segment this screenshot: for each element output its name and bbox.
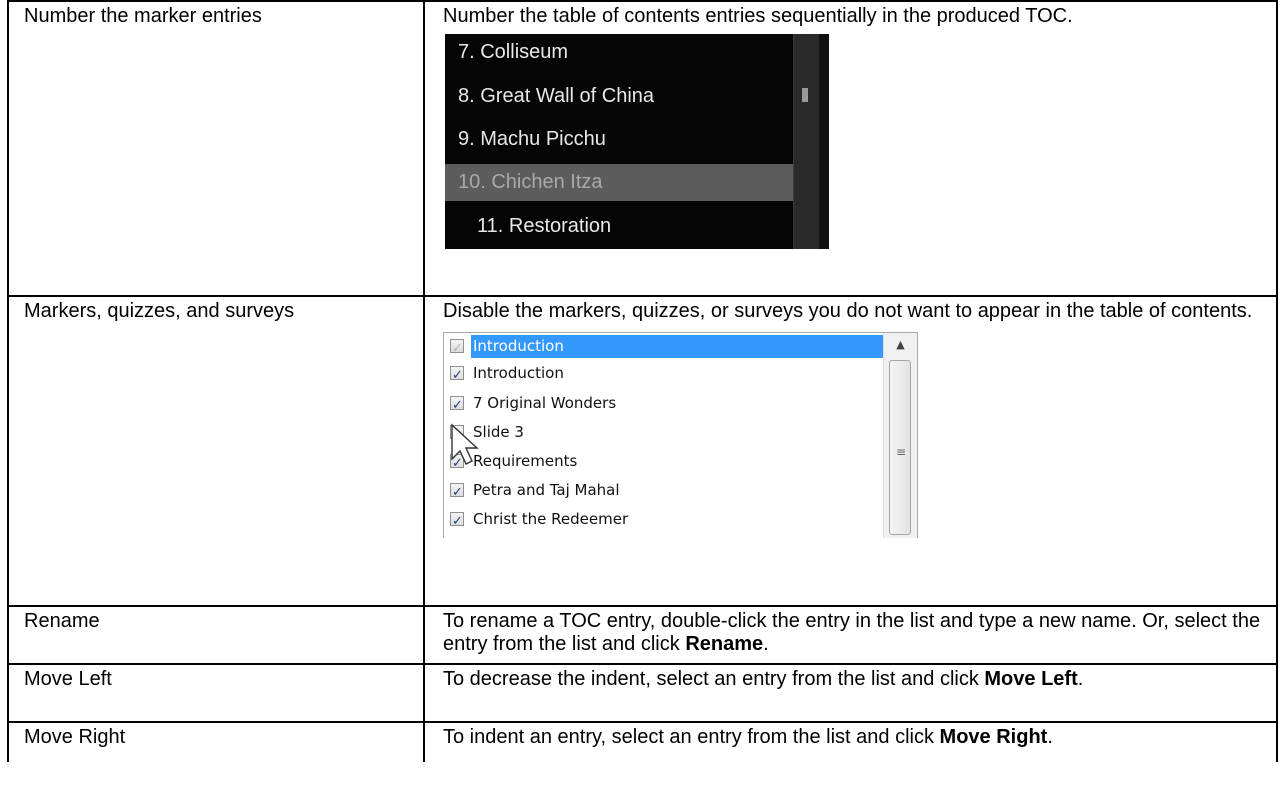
toc-panel-edge [819, 34, 829, 249]
desc-text-part: To rename a TOC entry, double-click the … [443, 610, 1261, 655]
toc-entry-selected: 10. Chichen Itza [445, 164, 793, 201]
term-text: Number the marker entries [24, 5, 262, 27]
table-row: Rename To rename a TOC entry, double-cli… [7, 605, 1278, 665]
desc-cell: To rename a TOC entry, double-click the … [423, 605, 1278, 665]
toc-entry-label: 11. Restoration [477, 215, 612, 237]
table-row: Move Right To indent an entry, select an… [7, 721, 1278, 762]
toc-entry-label: 7. Colliseum [458, 41, 569, 63]
toc-entry: 8. Great Wall of China [445, 78, 793, 115]
marker-list-image: Introduction Introduction 7 Original Won… [443, 332, 918, 538]
term-cell: Rename [7, 605, 425, 665]
toc-entry: 11. Restoration [445, 208, 793, 245]
toc-entry-label: 8. Great Wall of China [458, 85, 655, 107]
mouse-pointer-icon [451, 423, 479, 465]
table-row: Markers, quizzes, and surveys Disable th… [7, 295, 1278, 607]
desc-text-part: . [1077, 668, 1084, 690]
desc-cell: To decrease the indent, select an entry … [423, 663, 1278, 723]
desc-text: Disable the markers, quizzes, or surveys… [443, 300, 1253, 322]
toc-preview-image: 7. Colliseum 8. Great Wall of China 9. M… [445, 34, 829, 249]
toc-entry: 7. Colliseum [445, 34, 793, 71]
toc-entry-label: 10. Chichen Itza [458, 171, 603, 193]
table-row: Number the marker entries Number the tab… [7, 0, 1278, 297]
options-table: Number the marker entries Number the tab… [7, 0, 1278, 762]
desc-cell: Disable the markers, quizzes, or surveys… [423, 295, 1278, 607]
toc-scroll-thumb [802, 88, 808, 102]
desc-text: To decrease the indent, select an entry … [443, 668, 1270, 691]
ui-term: Move Right [939, 726, 1048, 748]
term-text: Move Left [24, 668, 112, 690]
desc-text-part: To decrease the indent, select an entry … [443, 668, 985, 690]
desc-text-part: To indent an entry, select an entry from… [443, 726, 940, 748]
ui-term: Rename [685, 633, 764, 655]
desc-text: Number the table of contents entries seq… [443, 5, 1073, 27]
desc-text: To indent an entry, select an entry from… [443, 726, 1270, 749]
term-text: Move Right [24, 726, 126, 748]
term-cell: Number the marker entries [7, 0, 425, 297]
table-row: Move Left To decrease the indent, select… [7, 663, 1278, 723]
toc-entry: 9. Machu Picchu [445, 121, 793, 158]
toc-entry-label: 9. Machu Picchu [458, 128, 606, 150]
term-cell: Markers, quizzes, and surveys [7, 295, 425, 607]
term-cell: Move Left [7, 663, 425, 723]
toc-scrollbar [793, 34, 820, 249]
desc-text: To rename a TOC entry, double-click the … [443, 610, 1270, 656]
term-text: Markers, quizzes, and surveys [24, 300, 295, 322]
desc-text-part: . [1047, 726, 1053, 748]
term-text: Rename [24, 610, 100, 632]
ui-term: Move Left [984, 668, 1078, 690]
desc-cell: To indent an entry, select an entry from… [423, 721, 1278, 762]
desc-cell: Number the table of contents entries seq… [423, 0, 1278, 297]
term-cell: Move Right [7, 721, 425, 762]
desc-text-part: . [763, 633, 769, 655]
